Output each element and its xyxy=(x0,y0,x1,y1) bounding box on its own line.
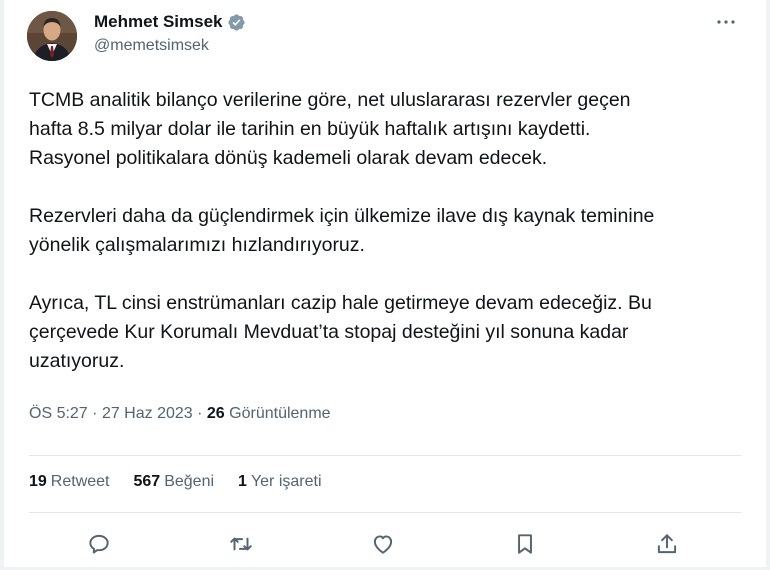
retweet-label: Retweet xyxy=(50,473,110,490)
bookmark-stat[interactable]: 1 Yer işareti xyxy=(238,473,321,491)
like-stat[interactable]: 567 Beğeni xyxy=(134,473,215,491)
tweet-meta: ÖS 5:27 · 27 Haz 2023 · 26 Görüntülenme xyxy=(29,405,331,423)
bookmark-label: Yer işareti xyxy=(250,473,322,490)
meta-separator: · xyxy=(197,405,203,422)
avatar[interactable] xyxy=(27,11,77,61)
bookmark-count: 1 xyxy=(238,473,247,490)
retweet-count: 19 xyxy=(29,473,47,490)
engagement-stats: 19 Retweet 567 Beğeni 1 Yer işareti xyxy=(29,473,346,491)
tweet-date[interactable]: 27 Haz 2023 xyxy=(102,405,193,422)
meta-separator: · xyxy=(92,405,98,422)
author-handle[interactable]: @memetsimsek xyxy=(94,37,209,55)
tweet-paragraph: Ayrıca, TL cinsi enstrümanları cazip hal… xyxy=(29,292,652,372)
tweet-paragraph: Rezervleri daha da güçlendirmek için ülk… xyxy=(29,205,655,256)
views-label: Görüntülenme xyxy=(229,405,331,422)
reply-icon[interactable] xyxy=(86,531,112,557)
tweet-paragraph: TCMB analitik bilanço verilerine göre, n… xyxy=(29,89,631,169)
like-icon[interactable] xyxy=(370,531,396,557)
author-display-name[interactable]: Mehmet Simsek xyxy=(94,12,223,32)
avatar-image xyxy=(27,11,77,61)
verified-badge-icon xyxy=(227,13,245,31)
retweet-icon[interactable] xyxy=(228,531,254,557)
retweet-stat[interactable]: 19 Retweet xyxy=(29,473,110,491)
tweet-text: TCMB analitik bilanço verilerine göre, n… xyxy=(29,86,729,376)
like-label: Beğeni xyxy=(164,473,215,490)
tweet-time[interactable]: ÖS 5:27 xyxy=(29,405,88,422)
share-icon[interactable] xyxy=(654,531,680,557)
bookmark-icon[interactable] xyxy=(512,531,538,557)
like-count: 567 xyxy=(133,473,161,490)
divider xyxy=(29,455,741,456)
author-name-row: Mehmet Simsek xyxy=(94,12,246,32)
views-count: 26 xyxy=(206,405,225,422)
frame-right-border xyxy=(766,0,770,570)
more-options-icon[interactable] xyxy=(714,10,738,34)
divider xyxy=(29,512,741,513)
frame-left-border xyxy=(0,0,4,570)
